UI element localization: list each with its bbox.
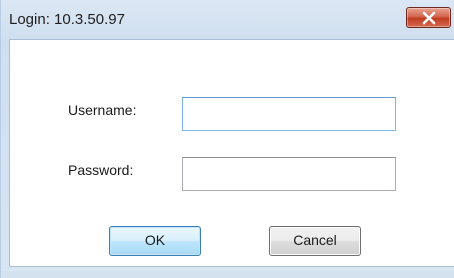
cancel-button[interactable]: Cancel xyxy=(269,226,361,256)
window-title: Login: 10.3.50.97 xyxy=(9,11,125,28)
window-bottom-border xyxy=(1,271,454,278)
username-label: Username: xyxy=(68,102,137,118)
username-field[interactable] xyxy=(182,97,396,131)
login-dialog: Login: 10.3.50.97 Username: Password: OK… xyxy=(0,0,454,278)
password-field[interactable] xyxy=(182,157,396,191)
close-icon xyxy=(422,11,436,25)
title-bar[interactable]: Login: 10.3.50.97 xyxy=(1,0,454,40)
close-button[interactable] xyxy=(406,7,451,28)
password-label: Password: xyxy=(68,162,134,178)
ok-button[interactable]: OK xyxy=(109,226,201,256)
dialog-content: Username: Password: OK Cancel xyxy=(9,39,454,267)
